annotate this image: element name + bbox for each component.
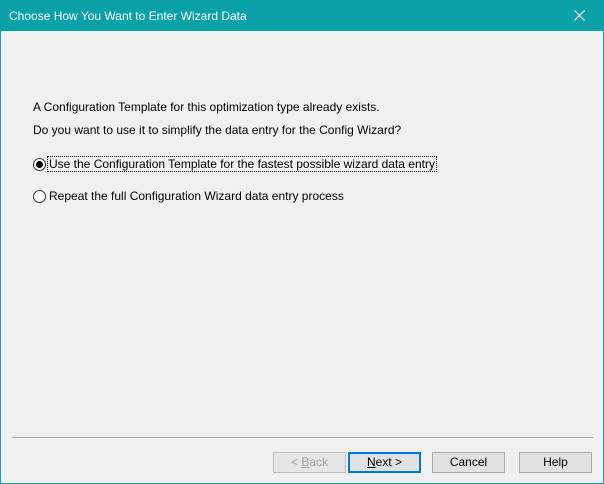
option-use-template-label[interactable]: Use the Configuration Template for the f… <box>47 156 437 172</box>
back-button-rest: ack <box>309 455 329 469</box>
option-repeat-full-label[interactable]: Repeat the full Configuration Wizard dat… <box>48 189 345 203</box>
message-line-1: A Configuration Template for this optimi… <box>33 100 380 114</box>
back-button[interactable]: < Back <box>273 452 346 473</box>
next-button[interactable]: Next > <box>348 452 421 473</box>
radio-button-unselected[interactable] <box>33 190 46 203</box>
cancel-button[interactable]: Cancel <box>432 452 505 473</box>
separator <box>12 437 593 439</box>
window-title: Choose How You Want to Enter Wizard Data <box>9 9 247 23</box>
title-bar[interactable]: Choose How You Want to Enter Wizard Data <box>1 1 603 31</box>
close-button[interactable] <box>557 1 603 31</box>
help-button[interactable]: Help <box>519 452 592 473</box>
next-button-rest: ext > <box>375 455 403 469</box>
close-icon <box>574 10 585 21</box>
message-line-2: Do you want to use it to simplify the da… <box>33 123 402 137</box>
wizard-dialog: Choose How You Want to Enter Wizard Data… <box>0 0 604 484</box>
back-button-prefix: < <box>290 455 302 469</box>
dialog-body: A Configuration Template for this optimi… <box>1 31 603 483</box>
next-button-mnemonic: N <box>366 455 376 469</box>
radio-button-selected[interactable] <box>33 158 46 171</box>
